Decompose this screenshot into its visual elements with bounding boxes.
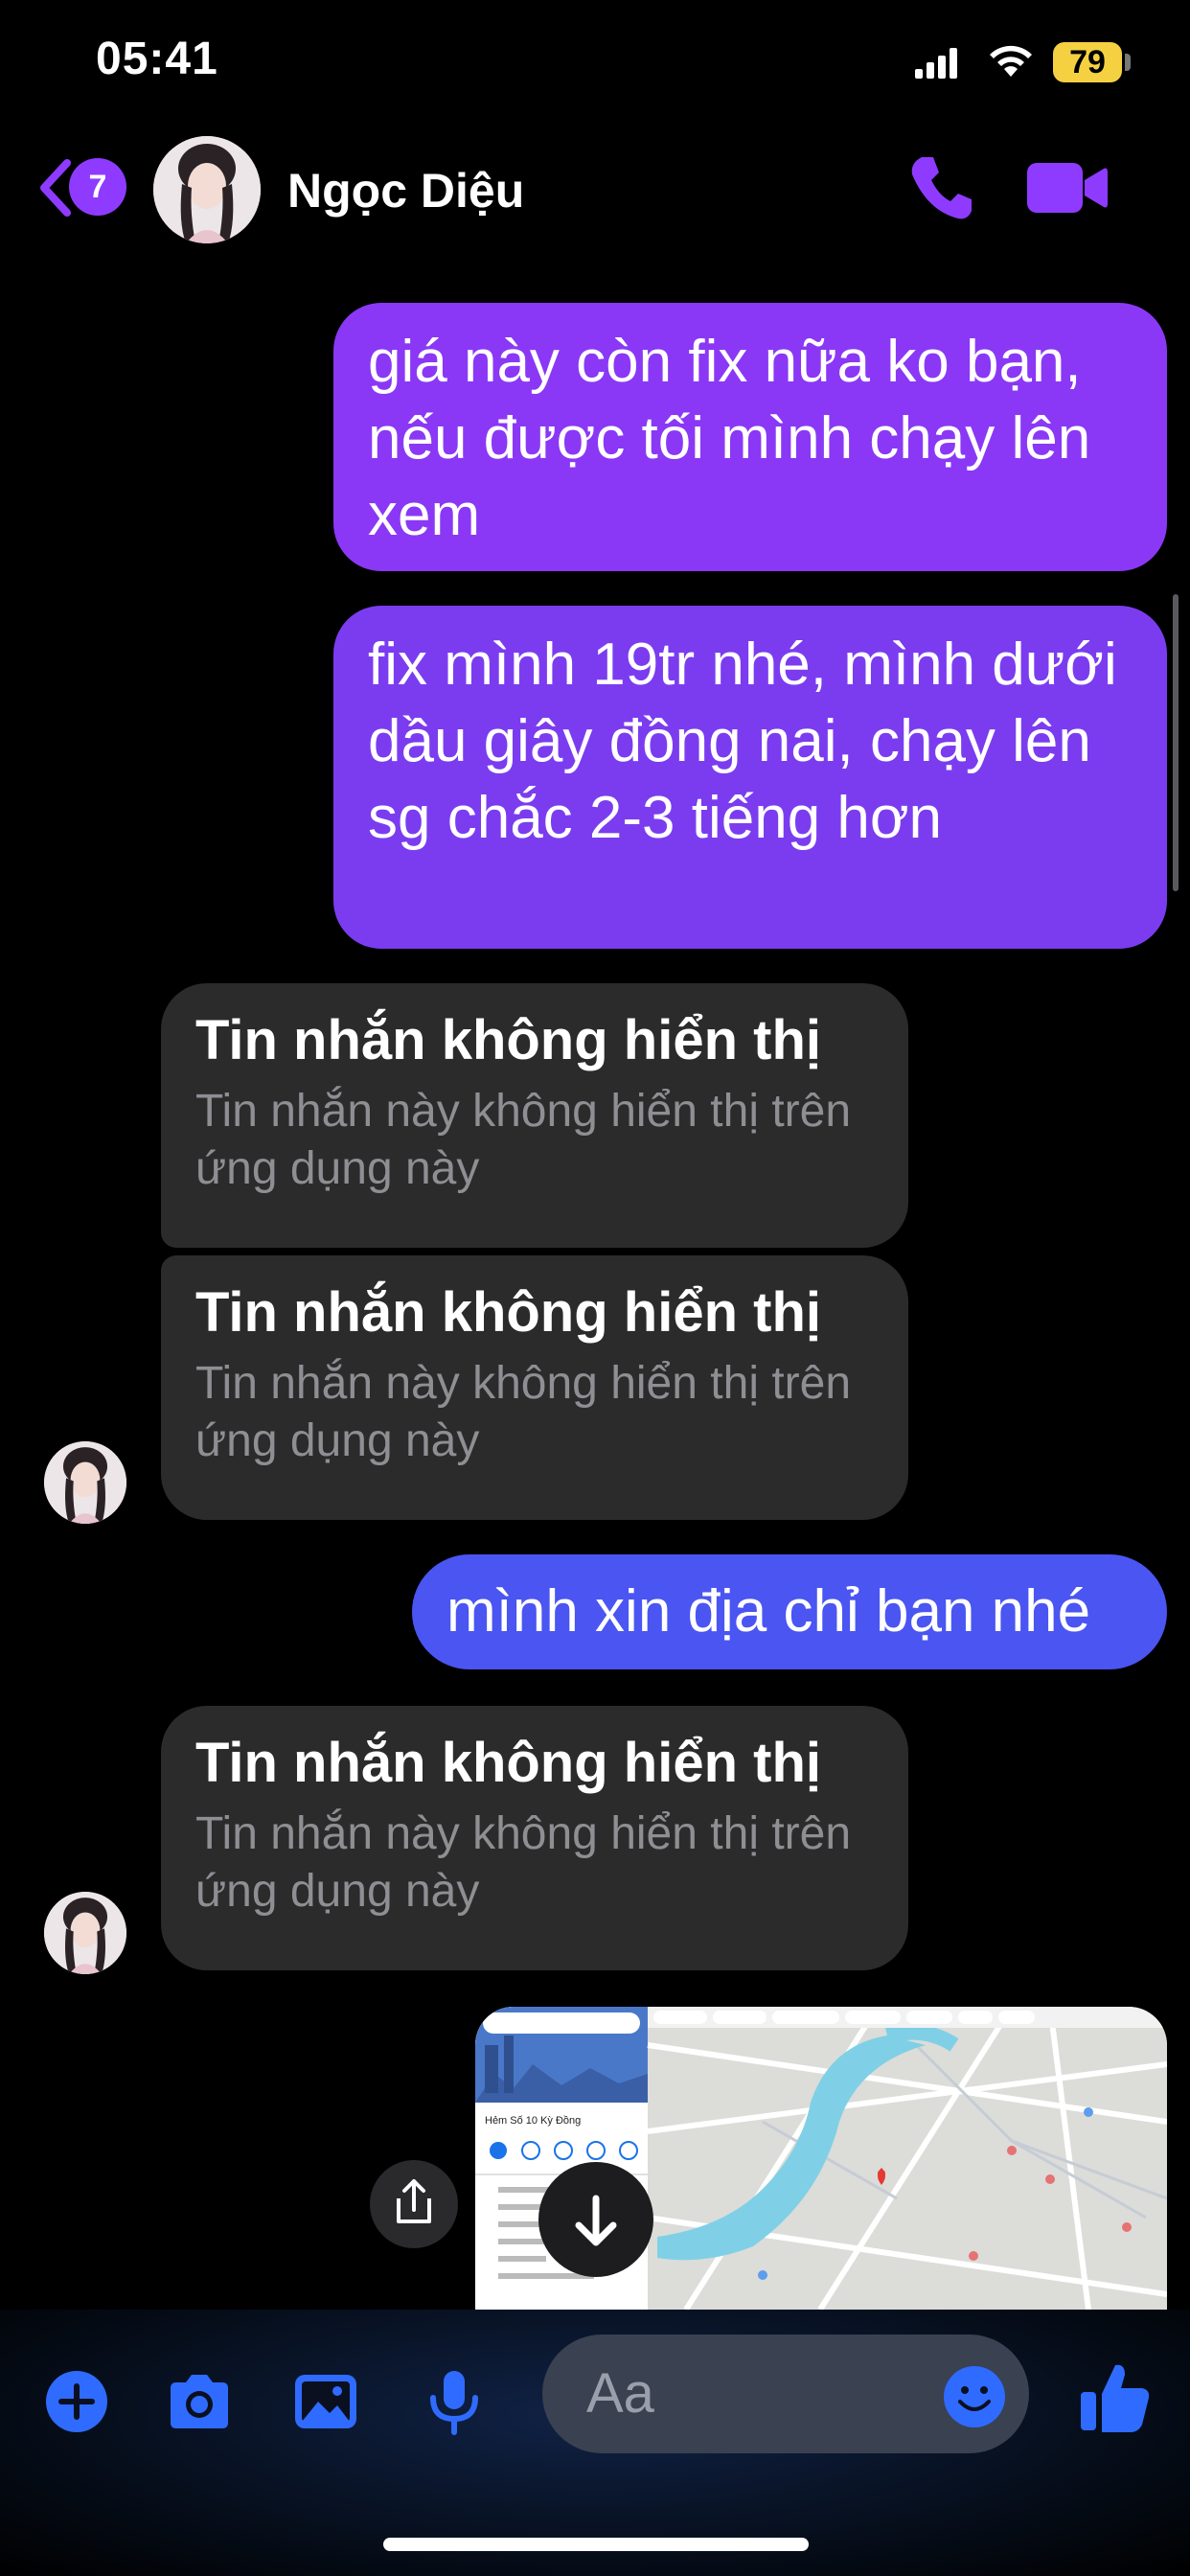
hidden-message-bubble[interactable]: Tin nhắn không hiển thị Tin nhắn này khô… (161, 1706, 908, 1970)
hidden-message-title: Tin nhắn không hiển thị (195, 1009, 821, 1071)
camera-icon[interactable] (165, 2367, 234, 2436)
contact-avatar[interactable] (153, 136, 261, 243)
share-button[interactable] (370, 2160, 458, 2248)
battery-tip (1125, 54, 1131, 71)
hidden-message-body: Tin nhắn này không hiển thị trên ứng dụn… (195, 1086, 852, 1194)
sent-message[interactable]: giá này còn fix nữa ko bạn, nếu được tối… (333, 303, 1167, 571)
contact-name[interactable]: Ngọc Diệu (287, 163, 524, 218)
scroll-to-bottom-button[interactable] (538, 2162, 653, 2277)
sent-message[interactable]: fix mình 19tr nhé, mình dưới dầu giây đồ… (333, 606, 1167, 949)
hidden-message-body: Tin nhắn này không hiển thị trên ứng dụn… (195, 1808, 852, 1917)
sent-message[interactable]: mình xin địa chỉ bạn nhé (412, 1554, 1167, 1669)
scroll-indicator[interactable] (1173, 594, 1179, 891)
thumbs-up-icon[interactable] (1079, 2359, 1152, 2434)
wifi-icon (990, 45, 1032, 77)
unread-count-badge[interactable]: 7 (69, 158, 126, 216)
hidden-message-title: Tin nhắn không hiển thị (195, 1281, 821, 1344)
hidden-message-bubble[interactable]: Tin nhắn không hiển thị Tin nhắn này khô… (161, 983, 908, 1248)
cellular-signal-icon (915, 48, 957, 79)
home-indicator[interactable] (383, 2538, 809, 2551)
hidden-message-title: Tin nhắn không hiển thị (195, 1732, 821, 1794)
status-time: 05:41 (96, 34, 218, 84)
video-call-icon[interactable] (1027, 159, 1108, 217)
share-icon (397, 2179, 431, 2223)
contact-avatar-small[interactable] (44, 1892, 126, 1974)
phone-call-icon[interactable] (908, 153, 975, 222)
map-place-title: Hẻm Số 10 Kỳ Đồng (485, 2115, 581, 2127)
contact-avatar-small[interactable] (44, 1441, 126, 1524)
photo-gallery-icon[interactable] (291, 2367, 360, 2436)
hidden-message-body: Tin nhắn này không hiển thị trên ứng dụn… (195, 1358, 852, 1466)
microphone-icon[interactable] (420, 2367, 489, 2436)
hidden-message-bubble[interactable]: Tin nhắn không hiển thị Tin nhắn này khô… (161, 1255, 908, 1520)
battery-indicator: 79 (1053, 42, 1122, 82)
emoji-icon[interactable] (943, 2365, 1006, 2428)
add-icon[interactable] (42, 2367, 111, 2436)
arrow-down-icon (575, 2195, 617, 2246)
